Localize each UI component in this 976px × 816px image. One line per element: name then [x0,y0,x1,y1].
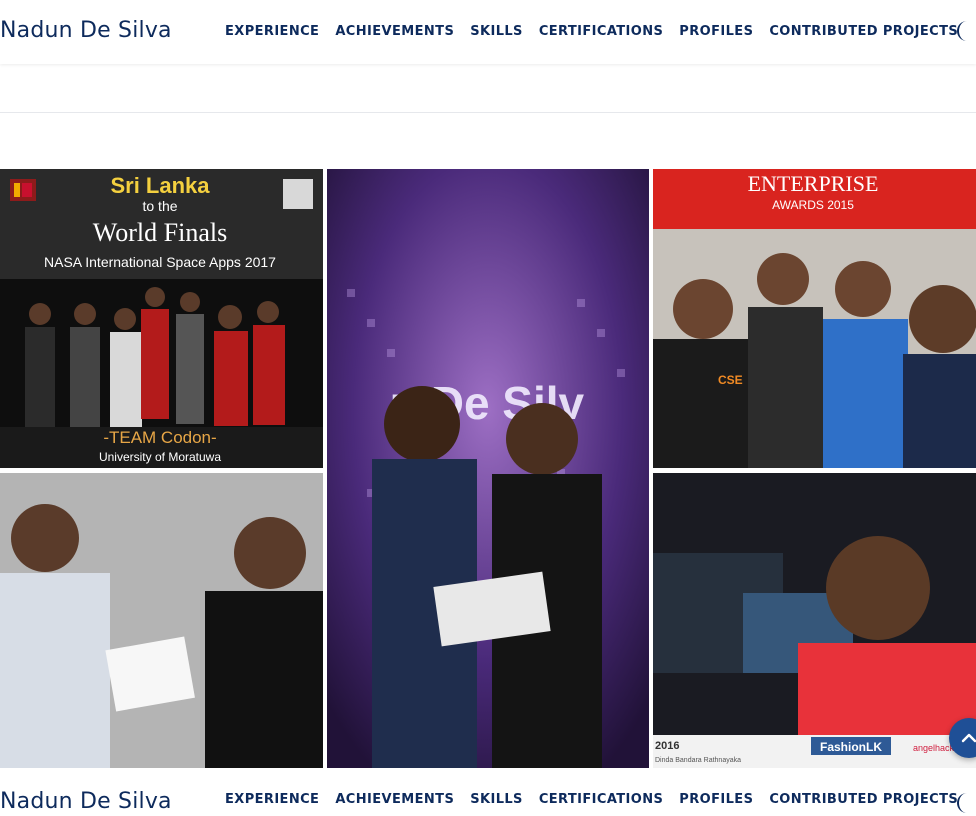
chevron-up-icon [961,733,976,743]
footer-nav-skills[interactable]: SKILLS [470,792,523,807]
footer-nav-experience[interactable]: EXPERIENCE [225,792,319,807]
section-divider [0,112,976,113]
footer-brand-name[interactable]: Nadun De Silva [0,789,172,814]
gallery-photo-space-apps[interactable]: Sri Lanka to the World Finals NASA Inter… [0,169,323,468]
gallery-photo-stage-award[interactable]: u De Silv [327,169,649,768]
main-menu: EXPERIENCE ACHIEVEMENTS SKILLS CERTIFICA… [225,24,974,39]
footer-nav-certifications[interactable]: CERTIFICATIONS [539,792,663,807]
nav-achievements[interactable]: ACHIEVEMENTS [335,24,454,39]
footer-menu: EXPERIENCE ACHIEVEMENTS SKILLS CERTIFICA… [225,792,974,807]
poster-title: Sri Lanka [110,173,210,198]
top-navbar: Nadun De Silva EXPERIENCE ACHIEVEMENTS S… [0,0,976,64]
footer-nav-profiles[interactable]: PROFILES [679,792,753,807]
poster-subtitle: to the [142,198,177,214]
footer-theme-toggle-button[interactable] [950,790,976,816]
achievements-gallery: Sri Lanka to the World Finals NASA Inter… [0,169,976,768]
bottom-navbar: Nadun De Silva EXPERIENCE ACHIEVEMENTS S… [0,768,976,814]
moon-icon [957,21,967,41]
gallery-photo-hackathon[interactable]: 2016 Dinda Bandara Rathnayaka FashionLK … [653,473,976,768]
poster-university: University of Moratuwa [99,450,221,464]
hackathon-credit: Dinda Bandara Rathnayaka [655,757,741,764]
nav-skills[interactable]: SKILLS [470,24,523,39]
moon-icon [957,793,967,813]
footer-nav-achievements[interactable]: ACHIEVEMENTS [335,792,454,807]
gallery-photo-certificate[interactable] [0,473,323,768]
nav-certifications[interactable]: CERTIFICATIONS [539,24,663,39]
poster-heading: World Finals [93,218,227,247]
poster-event: NASA International Space Apps 2017 [44,254,276,270]
shirt-label: CSE [718,373,743,387]
nav-experience[interactable]: EXPERIENCE [225,24,319,39]
poster-team: -TEAM Codon- [103,428,216,447]
fashionlk-logo: FashionLK [820,740,882,754]
enterprise-sub: AWARDS 2015 [772,198,854,212]
gallery-photo-enterprise-awards[interactable]: ENTERPRISE AWARDS 2015 CSE [653,169,976,468]
footer-nav-contributed-projects[interactable]: CONTRIBUTED PROJECTS [769,792,958,807]
angelhack-logo: angelhack [913,743,955,753]
nav-contributed-projects[interactable]: CONTRIBUTED PROJECTS [769,24,958,39]
nav-profiles[interactable]: PROFILES [679,24,753,39]
enterprise-banner: ENTERPRISE [748,171,879,196]
brand-name[interactable]: Nadun De Silva [0,18,172,43]
theme-toggle-button[interactable] [950,18,976,44]
hackathon-year: 2016 [655,740,679,752]
